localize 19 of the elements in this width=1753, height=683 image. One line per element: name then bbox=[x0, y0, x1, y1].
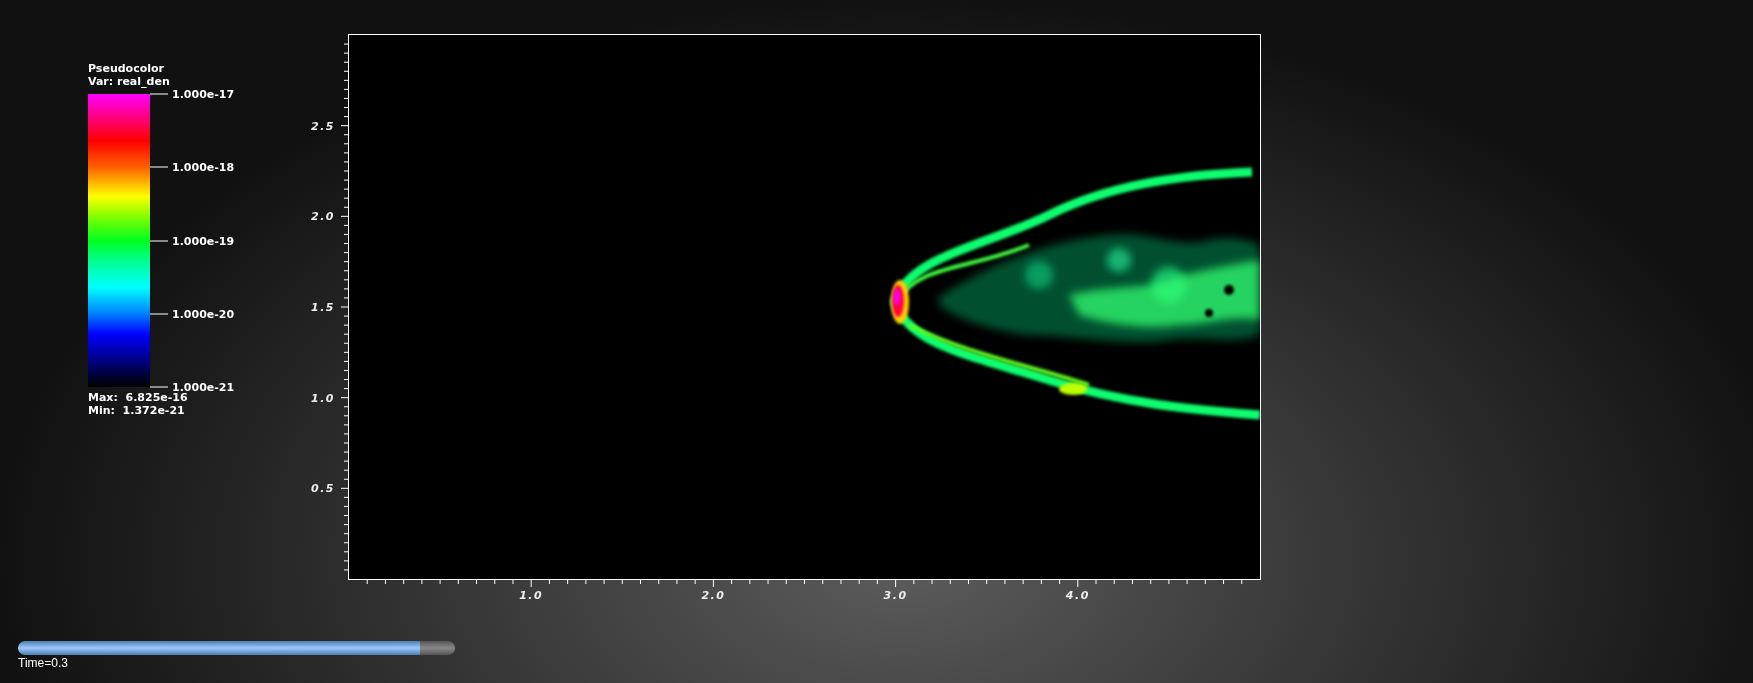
y-axis-label: 1.5 bbox=[311, 300, 335, 314]
scale-label: 1.000e-19 bbox=[172, 234, 235, 247]
y-axis-label: 2.5 bbox=[311, 119, 335, 133]
y-axis-label: 0.5 bbox=[311, 481, 335, 495]
x-axis-label: 2.0 bbox=[701, 589, 726, 602]
scale-label: 1.000e-21 bbox=[172, 380, 235, 394]
scale-label: 1.000e-18 bbox=[172, 160, 235, 174]
y-axis-label: 1.0 bbox=[311, 391, 335, 405]
scale-label: 1.000e-20 bbox=[172, 307, 235, 321]
legend-title: Pseudocolor bbox=[88, 62, 165, 75]
scale-label: 1.000e-17 bbox=[172, 87, 235, 101]
x-axis-label: 3.0 bbox=[883, 589, 908, 602]
x-axis-label: 1.0 bbox=[519, 589, 544, 602]
max-value-label: Max: 6.825e-16 bbox=[88, 391, 189, 404]
min-value-label: Min: 1.372e-21 bbox=[88, 404, 186, 417]
y-axis-label: 2.0 bbox=[311, 209, 335, 223]
x-axis-label: 4.0 bbox=[1065, 589, 1090, 602]
variable-label: Var: real_den bbox=[88, 75, 171, 88]
time-label: Time=0.3 bbox=[18, 656, 69, 670]
